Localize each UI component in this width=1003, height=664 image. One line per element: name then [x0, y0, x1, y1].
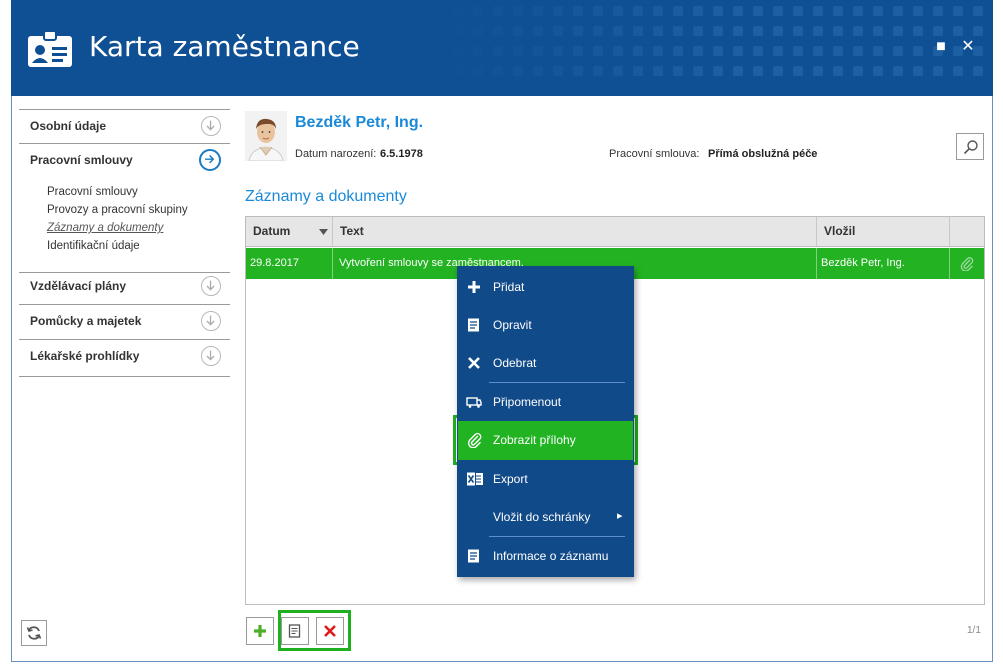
cell-datum: 29.8.2017 [246, 248, 333, 279]
paperclip-icon [960, 257, 974, 271]
paperclip-icon [467, 432, 482, 448]
plus-icon [468, 281, 480, 293]
excel-icon [466, 471, 483, 487]
menu-item-label: Zobrazit přílohy [493, 433, 576, 447]
id-card-icon [28, 30, 72, 67]
column-header-attachment [950, 217, 984, 246]
cell-attachment[interactable] [950, 248, 984, 279]
arrow-down-circle-icon[interactable] [201, 116, 221, 136]
sidebar-section-vzdelavaci-plany[interactable]: Vzdělávací plány [19, 270, 230, 305]
avatar [245, 111, 287, 161]
menu-item-opravit[interactable]: Opravit [457, 306, 634, 344]
birth-date-value: 6.5.1978 [380, 148, 423, 160]
menu-item-label: Vložit do schránky [493, 510, 591, 524]
contract-value: Přímá obslužná péče [708, 148, 818, 160]
submenu-arrow-icon: ▸ [617, 510, 623, 522]
sidebar-item-identifikacni-udaje[interactable]: Identifikační údaje [47, 240, 140, 252]
close-icon [468, 357, 480, 369]
info-document-icon [468, 549, 479, 563]
sidebar-section-osobni-udaje[interactable]: Osobní údaje [19, 109, 230, 144]
cell-vlozil: Bezděk Petr, Ing. [817, 248, 950, 279]
arrow-down-circle-icon[interactable] [201, 276, 221, 296]
sidebar-section-pomucky-a-majetek[interactable]: Pomůcky a majetek [19, 305, 230, 340]
refresh-icon [26, 626, 42, 640]
menu-item-pridat[interactable]: Přidat [457, 268, 634, 306]
plus-icon [254, 625, 266, 637]
sidebar-section-label: Vzdělávací plány [30, 279, 127, 293]
column-header-label: Datum [253, 224, 291, 238]
column-header-vlozil[interactable]: Vložil [817, 217, 950, 246]
pager: 1/1 [967, 625, 981, 636]
delete-record-button[interactable] [316, 617, 344, 645]
close-icon [324, 625, 336, 637]
sidebar-section-lekarske-prohlidky[interactable]: Lékařské prohlídky [19, 340, 230, 377]
header-pattern [433, 0, 983, 96]
sidebar-section-label: Pracovní smlouvy [30, 153, 133, 167]
arrow-down-circle-icon[interactable] [201, 346, 221, 366]
maximize-button[interactable]: ■ [932, 38, 950, 56]
menu-item-export[interactable]: Export [457, 460, 634, 498]
section-title: Záznamy a dokumenty [245, 188, 407, 205]
menu-item-vlozit-do-schranky[interactable]: Vložit do schránky ▸ [457, 498, 634, 536]
menu-item-label: Informace o záznamu [493, 549, 609, 563]
search-button[interactable] [956, 133, 984, 160]
refresh-button[interactable] [21, 620, 47, 646]
menu-item-label: Připomenout [493, 395, 562, 409]
menu-item-label: Export [493, 472, 528, 486]
menu-item-label: Odebrat [493, 356, 537, 370]
menu-item-label: Opravit [493, 318, 532, 332]
birth-date-label: Datum narození: [295, 148, 377, 160]
edit-document-icon [468, 318, 479, 332]
edit-record-button[interactable] [281, 617, 309, 645]
sidebar-section-label: Osobní údaje [30, 119, 107, 133]
contract-label: Pracovní smlouva: [609, 148, 700, 160]
sidebar-section-label: Lékařské prohlídky [30, 349, 140, 363]
sidebar-item-provozy[interactable]: Provozy a pracovní skupiny [47, 204, 188, 216]
reminder-icon [466, 397, 482, 408]
add-record-button[interactable] [246, 617, 274, 645]
arrow-down-circle-icon[interactable] [201, 311, 221, 331]
column-header-text[interactable]: Text [333, 217, 817, 246]
menu-item-pripomenout[interactable]: Připomenout [457, 383, 634, 421]
menu-item-label: Přidat [493, 280, 525, 294]
grid-header: Datum Text Vložil [246, 217, 984, 247]
arrow-right-circle-icon[interactable] [199, 149, 221, 171]
sort-down-icon [319, 229, 328, 235]
close-window-button[interactable]: ✕ [959, 38, 977, 56]
sidebar-section-label: Pomůcky a majetek [30, 314, 142, 328]
column-header-datum[interactable]: Datum [246, 217, 333, 246]
menu-item-odebrat[interactable]: Odebrat [457, 344, 634, 382]
person-photo-icon [245, 111, 287, 161]
search-icon [963, 140, 978, 155]
sidebar-item-pracovni-smlouvy[interactable]: Pracovní smlouvy [47, 186, 138, 198]
context-menu: Přidat Opravit Odebrat Připomenout Zobra… [457, 266, 634, 577]
edit-document-icon [288, 624, 301, 638]
employee-name: Bezděk Petr, Ing. [295, 114, 424, 131]
window-title: Karta zaměstnance [89, 30, 360, 63]
menu-item-informace-o-zaznamu[interactable]: Informace o záznamu [457, 537, 634, 575]
menu-item-zobrazit-prilohy[interactable]: Zobrazit přílohy [458, 421, 633, 460]
sidebar-item-zaznamy-a-dokumenty[interactable]: Záznamy a dokumenty [47, 222, 163, 234]
title-bar: Karta zaměstnance ■ ✕ [11, 0, 993, 96]
